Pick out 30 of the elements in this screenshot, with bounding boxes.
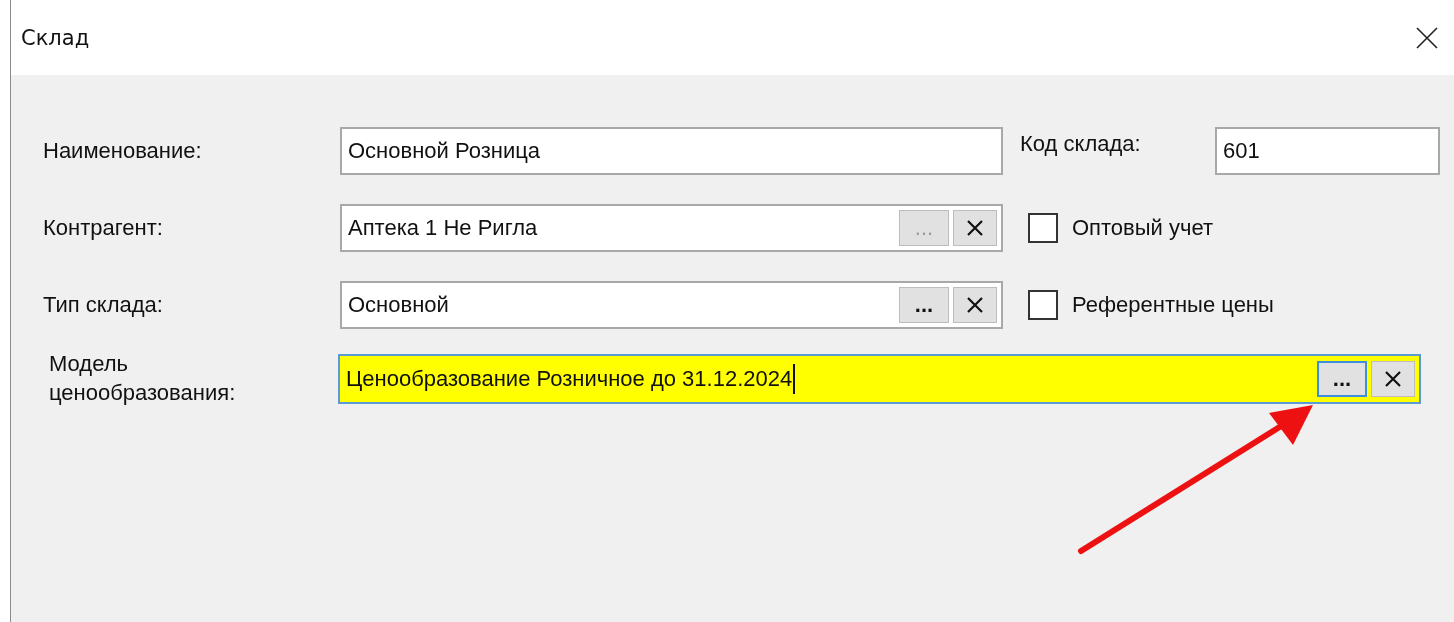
clear-icon	[966, 219, 984, 237]
browse-button[interactable]: ...	[1317, 361, 1367, 397]
field-value: Основной	[348, 292, 449, 318]
input-field[interactable]: Основной ...	[340, 281, 1003, 329]
text-caret	[793, 364, 796, 394]
field-value: Аптека 1 Не Ригла	[348, 215, 538, 241]
clear-button[interactable]	[1371, 361, 1415, 397]
input-field[interactable]: 601	[1215, 127, 1440, 175]
clear-button[interactable]	[953, 210, 997, 246]
input-field[interactable]: Основной Розница	[340, 127, 1003, 175]
field-value: Ценообразование Розничное до 31.12.2024	[346, 366, 793, 392]
field-value: Основной Розница	[348, 138, 541, 164]
checkbox-label: Оптовый учет	[1072, 215, 1214, 241]
clear-button[interactable]	[953, 287, 997, 323]
close-icon	[1416, 26, 1438, 49]
clear-icon	[1384, 370, 1402, 388]
window-title: Склад	[21, 25, 91, 50]
input-field[interactable]: Аптека 1 Не Ригла ...	[340, 204, 1003, 252]
field-label: Наименование:	[43, 136, 203, 165]
field-label: Модель ценообразования:	[48, 350, 237, 407]
checkbox[interactable]	[1028, 290, 1058, 320]
clear-icon	[966, 296, 984, 314]
field-label: Код склада:	[1020, 131, 1142, 157]
checkbox[interactable]	[1028, 213, 1058, 243]
field-label: Тип склада:	[43, 290, 164, 319]
field-value: 601	[1223, 138, 1260, 164]
checkbox-label: Референтные цены	[1072, 292, 1274, 318]
browse-button[interactable]: ...	[899, 287, 949, 323]
field-label: Контрагент:	[43, 213, 164, 242]
input-field[interactable]: Ценообразование Розничное до 31.12.2024 ...	[338, 354, 1421, 404]
